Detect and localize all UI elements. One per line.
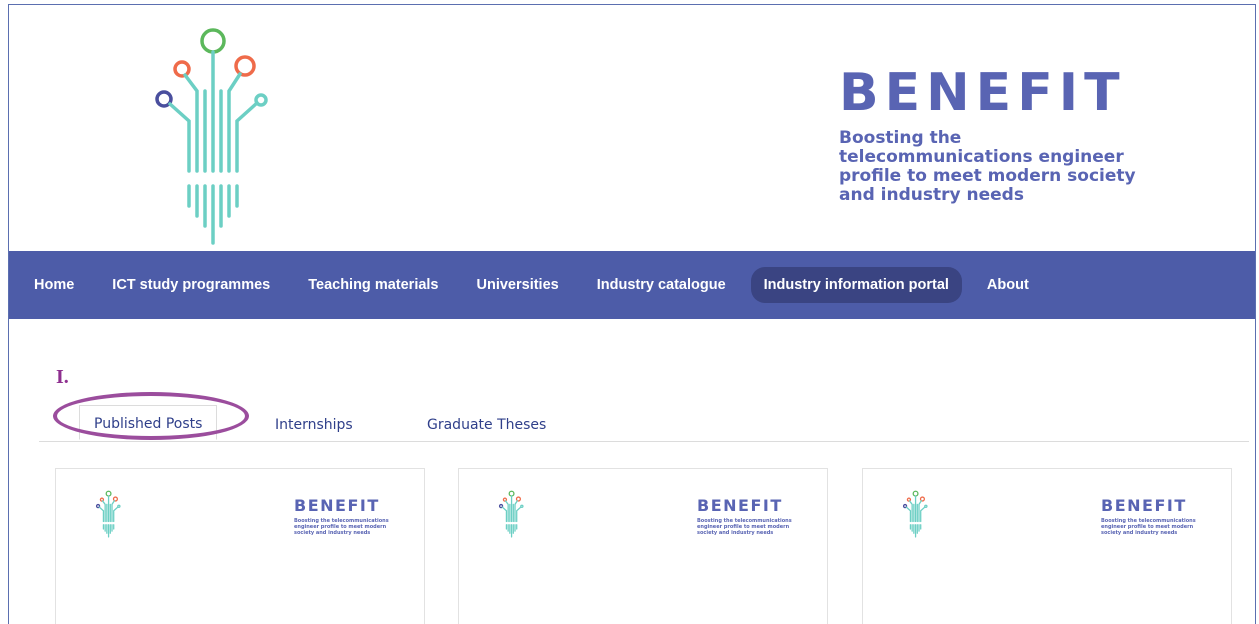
benefit-tree-logo-icon [95,490,121,538]
nav-item-universities[interactable]: Universities [464,267,572,303]
post-card[interactable]: BENEFIT Boosting the telecommunications … [862,468,1232,624]
card-brand-title: BENEFIT [294,496,380,515]
nav-item-about[interactable]: About [974,267,1042,303]
tab-published-posts[interactable]: Published Posts [79,405,218,440]
tab-graduate-theses[interactable]: Graduate Theses [413,411,560,439]
page-frame: BENEFIT Boosting the telecommunications … [8,4,1256,624]
card-brand: BENEFIT Boosting the telecommunications … [1101,496,1201,537]
annotation-marker: I. [56,366,69,388]
post-card[interactable]: BENEFIT Boosting the telecommunications … [458,468,828,624]
tab-internships[interactable]: Internships [261,411,367,439]
card-brand: BENEFIT Boosting the telecommunications … [697,496,797,537]
card-brand-title: BENEFIT [697,496,783,515]
nav-item-home[interactable]: Home [21,267,87,303]
main-navigation: Home ICT study programmes Teaching mater… [9,251,1255,319]
brand-subtitle: Boosting the telecommunications engineer… [839,128,1136,205]
nav-item-industry-catalogue[interactable]: Industry catalogue [584,267,739,303]
card-brand: BENEFIT Boosting the telecommunications … [294,496,394,537]
nav-item-ict-study-programmes[interactable]: ICT study programmes [99,267,283,303]
nav-item-industry-information-portal[interactable]: Industry information portal [750,267,962,303]
site-header: BENEFIT Boosting the telecommunications … [9,5,1255,251]
card-brand-title: BENEFIT [1101,496,1187,515]
card-brand-subtitle: Boosting the telecommunications engineer… [294,518,389,536]
brand-title: BENEFIT [839,63,1126,123]
benefit-tree-logo-icon [498,490,524,538]
brand-block: BENEFIT Boosting the telecommunications … [839,65,1169,205]
benefit-tree-logo-icon [902,490,928,538]
benefit-tree-logo-icon [155,28,268,245]
tab-bar: Published Posts Internships Graduate The… [39,403,1249,442]
card-brand-subtitle: Boosting the telecommunications engineer… [697,518,792,536]
card-brand-subtitle: Boosting the telecommunications engineer… [1101,518,1196,536]
post-card[interactable]: BENEFIT Boosting the telecommunications … [55,468,425,624]
nav-item-teaching-materials[interactable]: Teaching materials [295,267,451,303]
